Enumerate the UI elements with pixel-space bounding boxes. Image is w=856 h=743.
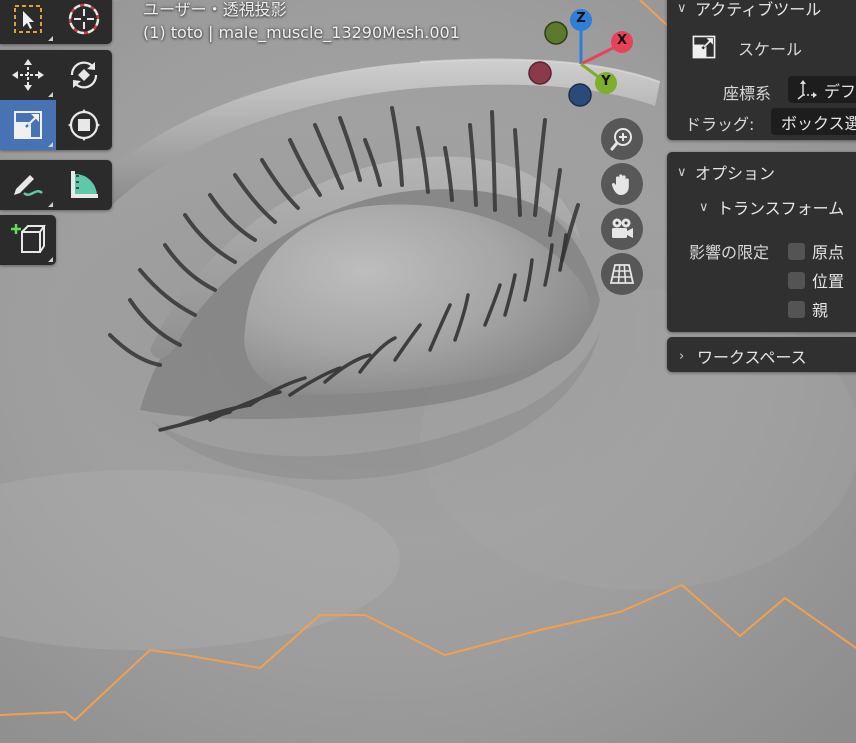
axis-z-label: Z (576, 11, 586, 26)
tool-transform[interactable] (56, 100, 112, 150)
tool-scale[interactable] (0, 100, 56, 150)
orientation-label: 座標系 (723, 84, 772, 103)
pan-button[interactable] (601, 163, 643, 205)
perspective-toggle-button[interactable] (601, 253, 643, 295)
checkbox-label: 位置 (812, 272, 845, 291)
toolbar-annotate-group (0, 160, 112, 210)
toolbar-add-group (0, 215, 56, 265)
camera-icon (612, 218, 633, 238)
measure-icon (71, 171, 98, 198)
active-tool-panel: ∨ アクティブツール スケール 座標系 デフ ドラッグ: ボックス選 (667, 0, 856, 140)
checkbox-label: 原点 (812, 243, 845, 262)
axis-x-label: X (616, 33, 628, 48)
grid-icon (609, 264, 635, 284)
workspace-panel-header[interactable]: › ワークスペース (679, 344, 807, 368)
annotate-icon (14, 175, 43, 196)
add-cube-icon (11, 224, 46, 253)
scale-icon (14, 111, 42, 139)
axis-neg-z-handle (568, 83, 592, 107)
tool-annotate[interactable] (0, 160, 56, 210)
tool-move[interactable] (0, 50, 56, 100)
transform-header-label: トランスフォーム (717, 199, 845, 218)
drag-dropdown[interactable]: ボックス選 (771, 108, 856, 135)
affect-locations-checkbox[interactable]: 位置 (788, 268, 844, 292)
options-panel: ∨ オプション ∨ トランスフォーム 影響の限定 原点 位置 親 (667, 152, 856, 332)
affect-origins-checkbox[interactable]: 原点 (788, 239, 844, 263)
checkbox-box[interactable] (788, 300, 805, 318)
orientation-icon (797, 79, 817, 100)
move-icon (12, 59, 44, 91)
options-panel-header[interactable]: ∨ オプション (677, 160, 775, 184)
workspace-header-label: ワークスペース (697, 348, 807, 367)
active-tool-header-label: アクティブツール (695, 0, 822, 19)
tool-rotate[interactable] (56, 50, 112, 100)
checkbox-box[interactable] (788, 242, 805, 260)
chevron-right-icon: › (679, 348, 685, 364)
orientation-dropdown[interactable]: デフ (788, 76, 856, 103)
axis-neg-y-handle (544, 21, 568, 45)
tool-measure[interactable] (56, 160, 112, 210)
affect-only-label: 影響の限定 (689, 243, 770, 262)
chevron-down-icon: ∨ (677, 164, 687, 180)
options-header-label: オプション (695, 164, 776, 183)
active-tool-panel-header[interactable]: ∨ アクティブツール (677, 0, 821, 20)
camera-view-button[interactable] (601, 208, 643, 250)
checkbox-box[interactable] (788, 271, 805, 289)
tool-cursor[interactable] (56, 0, 112, 44)
zoom-button[interactable] (601, 118, 643, 160)
orientation-value: デフ (824, 81, 856, 101)
tool-select-box[interactable] (0, 0, 56, 44)
tool-add-cube[interactable] (0, 215, 56, 265)
active-tool-name: スケール (738, 40, 803, 59)
affect-parents-checkbox[interactable]: 親 (788, 297, 828, 321)
toolbar-select-group (0, 0, 112, 44)
axis-neg-x-handle (528, 61, 552, 85)
drag-label: ドラッグ: (685, 115, 755, 134)
rotate-icon (70, 61, 98, 89)
3d-viewport[interactable]: ユーザー・透視投影 (1) toto | male_muscle_13290Me… (0, 0, 856, 743)
scale-tool-icon (691, 34, 717, 64)
chevron-down-icon: ∨ (699, 199, 709, 215)
zoom-icon (610, 128, 632, 151)
cursor-icon (68, 3, 100, 35)
transform-subpanel-header[interactable]: ∨ トランスフォーム (699, 195, 844, 219)
active-object-label: (1) toto | male_muscle_13290Mesh.001 (143, 23, 460, 42)
toolbar-transform-group (0, 50, 112, 150)
transform-icon (68, 109, 100, 141)
chevron-down-icon: ∨ (677, 0, 687, 16)
view-name-label: ユーザー・透視投影 (143, 0, 287, 19)
drag-value: ボックス選 (781, 113, 856, 133)
checkbox-label: 親 (812, 301, 829, 320)
select-box-icon (14, 5, 42, 33)
workspace-panel: › ワークスペース (667, 337, 856, 372)
axis-y-label: Y (601, 74, 611, 89)
hand-icon (611, 174, 629, 195)
